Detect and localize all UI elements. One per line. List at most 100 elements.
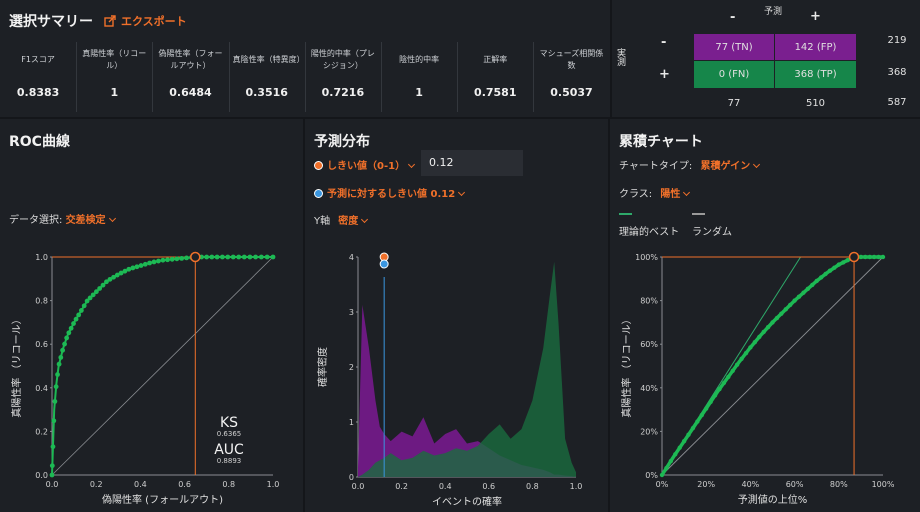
yaxis-dropdown[interactable]: 密度 [338, 215, 369, 227]
roc-point [264, 254, 270, 260]
chart-type-dropdown[interactable]: 累積ゲイン [700, 160, 761, 172]
gain-point [863, 254, 868, 260]
x-tick-label: 0.0 [46, 480, 59, 489]
gain-point [796, 294, 802, 299]
roc-point [236, 254, 242, 260]
gain-point [721, 380, 727, 386]
metric-divider [152, 42, 154, 112]
export-icon [104, 15, 116, 27]
auc-value: 0.8893 [217, 457, 242, 465]
class-select: クラス: 陽性 [619, 185, 691, 200]
roc-point [71, 321, 76, 326]
roc-point [214, 254, 220, 260]
chevron-down-icon [108, 214, 116, 223]
gain-point [757, 334, 762, 340]
gain-point [801, 290, 806, 295]
cell-fp: 142 (FP) [775, 34, 856, 60]
y-tick-label: 0.6 [35, 340, 48, 349]
x-axis-label: 偽陽性率 (フォールアウト) [102, 493, 223, 506]
gain-point [677, 445, 682, 450]
threshold-dropdown[interactable]: しきい値（0-1） [314, 157, 416, 172]
gain-point [827, 268, 833, 273]
metric-divider [304, 42, 306, 112]
x-tick-label: 0.4 [439, 482, 452, 491]
y-axis-label: 確率密度 [316, 347, 329, 387]
metric-label: 偽陽性率（フォールアウト） [158, 49, 223, 70]
gain-point [792, 298, 797, 303]
metric-divider [381, 42, 382, 112]
gain-point [832, 265, 837, 270]
x-tick-label: 0.2 [395, 482, 408, 491]
x-tick-label: 60% [786, 480, 804, 489]
export-button[interactable]: エクスポート [104, 13, 187, 29]
metric-label: 正解率 [483, 55, 508, 64]
x-tick-label: 100% [872, 480, 895, 489]
metric-label: 陰性的中率 [399, 55, 440, 64]
cum-title: 累積チャート [619, 134, 703, 150]
metric-value: 0.7216 [321, 86, 365, 99]
roc-point [56, 361, 62, 367]
class-dropdown[interactable]: 陽性 [660, 188, 691, 200]
x-tick-label: 0.6 [482, 482, 495, 491]
roc-point [51, 418, 57, 424]
y-tick-label: 1.0 [35, 253, 48, 262]
roc-point [52, 399, 58, 404]
y-tick-label: 60% [640, 340, 658, 349]
metric-value: 1 [415, 86, 423, 99]
gain-point [761, 329, 766, 335]
metric-label: マシューズ相関係数 [539, 49, 604, 70]
cell-tn: 77 (TN) [694, 34, 774, 60]
data-select: データ選択: 交差検定 [9, 211, 116, 226]
chevron-down-icon [458, 188, 466, 197]
gain-point [748, 345, 753, 350]
distribution-chart[interactable]: 0.0 0.2 0.4 0.6 0.8 1.0 0 1 2 3 4 イベントの確率 確率密度 [305, 239, 608, 512]
chart-type-select: チャートタイプ: 累積ゲイン [619, 157, 761, 172]
roc-point [66, 330, 72, 336]
y-tick-label: 40% [640, 384, 658, 393]
roc-point [156, 258, 161, 264]
metric-divider [457, 42, 459, 112]
roc-point [58, 355, 64, 360]
data-select-dropdown[interactable]: 交差検定 [66, 214, 116, 226]
legend-best-swatch [619, 213, 632, 215]
distribution-panel: 予測分布 しきい値（0-1） 0.12 予測に対するしきい値 0.12 Y軸 密… [305, 119, 608, 512]
gain-point [730, 368, 735, 373]
threshold-marker [848, 251, 860, 263]
gain-point [765, 324, 771, 330]
gain-point [695, 419, 700, 424]
cumulative-chart[interactable]: 0% 20% 40% 60% 80% 100% 0% 20% 40% 60% 80% 100% 予測値の… [610, 239, 920, 512]
roc-point [62, 341, 67, 347]
row-total-pos: 368 [887, 66, 907, 78]
predicted-label: 予測 [764, 7, 783, 17]
actual-label: 実測 [615, 48, 625, 66]
gain-point [823, 271, 828, 277]
roc-point [204, 254, 210, 260]
roc-point [219, 254, 225, 260]
roc-chart[interactable]: 0.0 0.2 0.4 0.6 0.8 1.0 0.0 0.2 0.4 0.6 0.8 1.0 偽陽性率… [0, 239, 303, 512]
summary-title: 選択サマリー [9, 14, 93, 30]
metric-value: 0.7581 [474, 86, 517, 99]
x-tick-label: 40% [742, 480, 760, 489]
gain-point [699, 412, 704, 418]
metric-label: F1スコア [21, 55, 55, 64]
gain-point [659, 472, 665, 478]
data-select-label: データ選択: [9, 215, 63, 226]
gain-point [690, 425, 696, 431]
threshold-input[interactable]: 0.12 [421, 150, 523, 176]
summary-panel: 選択サマリー エクスポート F1スコア 0.8383 真陽性率（リコール） 1 偽陽性率… [0, 0, 610, 117]
pred-plus-header: + [810, 9, 821, 24]
gain-point [783, 307, 788, 312]
roc-point [169, 256, 175, 262]
legend-random: ランダム [692, 227, 732, 238]
chart-type-label: チャートタイプ: [619, 161, 693, 172]
roc-point [174, 256, 180, 262]
x-tick-label: 0.6 [178, 480, 191, 489]
y-tick-label: 0% [645, 471, 658, 480]
x-tick-label: 80% [830, 480, 848, 489]
cumulative-panel: 累積チャート チャートタイプ: 累積ゲイン クラス: 陽性 理論的ベスト ランダ… [610, 119, 920, 512]
x-axis-label: イベントの確率 [432, 495, 502, 508]
legend-best: 理論的ベスト [619, 227, 680, 238]
pred-threshold-dropdown[interactable]: 予測に対するしきい値 0.12 [314, 185, 466, 200]
x-axis-label: 予測値の上位% [738, 493, 808, 506]
roc-point [53, 384, 59, 390]
